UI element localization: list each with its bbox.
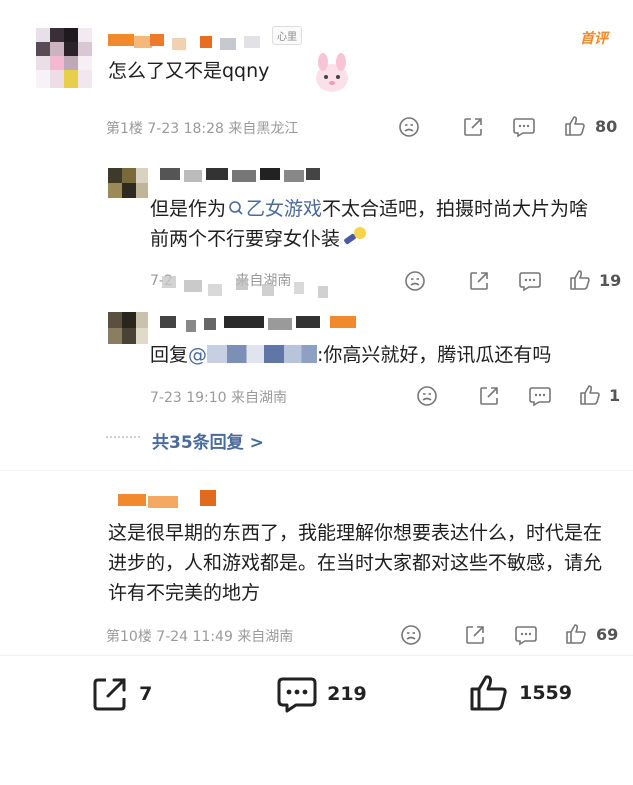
like-thumb-icon[interactable]: [578, 383, 602, 407]
like-count: 69: [596, 625, 619, 644]
topic-link[interactable]: 乙女游戏: [226, 198, 322, 220]
reply-location: 来自湖南: [231, 390, 288, 406]
comment-meta: 第10楼 7-24 11:49 来自湖南: [106, 626, 293, 646]
reply-text: 回复@:你高兴就好，腾讯瓜还有吗: [150, 344, 552, 366]
mention-link[interactable]: @: [188, 344, 207, 366]
comment-location: 来自黑龙江: [228, 121, 299, 137]
like-count: 19: [599, 271, 622, 290]
bottom-bar-separator: [0, 655, 633, 656]
comment-separator: [0, 470, 633, 471]
comment-text: 怎么了又不是qqny: [108, 60, 270, 82]
comment-icon: [277, 677, 317, 713]
share-count: 7: [139, 683, 153, 705]
comment-count: 219: [327, 683, 367, 705]
like-thumb-icon: [470, 675, 507, 711]
reply-time: 7-23 19:10: [150, 390, 227, 406]
mention-blurred[interactable]: [207, 345, 318, 363]
more-replies-link[interactable]: 共35条回复 >: [152, 428, 264, 453]
comment-icon[interactable]: [518, 270, 542, 292]
comment-time: 7-23 18:28: [147, 121, 224, 137]
share-icon: [93, 678, 126, 711]
comment-time: 7-24 11:49: [156, 629, 233, 645]
comment-icon[interactable]: [514, 624, 538, 646]
reply-avatar[interactable]: [108, 312, 148, 344]
like-thumb-icon[interactable]: [563, 114, 587, 138]
like-count: 80: [595, 117, 618, 136]
sticker-image: [312, 52, 352, 96]
reply-text: 但是作为 乙女游戏不太合适吧，拍摄时尚大片为啥前两个不行要穿女仆装: [150, 198, 589, 250]
like-thumb-icon[interactable]: [568, 268, 592, 292]
dislike-face-icon[interactable]: [404, 270, 426, 292]
share-icon[interactable]: [468, 270, 490, 292]
share-icon[interactable]: [478, 385, 500, 407]
dislike-face-icon[interactable]: [400, 624, 422, 646]
share-icon[interactable]: [464, 624, 486, 646]
flashlight-emoji-icon: [344, 227, 367, 245]
comment-text: 这是很早期的东西了，我能理解你想要表达什么，时代是在进步的，人和游戏都是。在当时…: [108, 522, 603, 604]
avatar[interactable]: [36, 28, 92, 88]
comment-button[interactable]: 219: [276, 674, 367, 714]
floor-number: 第1楼: [106, 121, 143, 137]
reply-avatar[interactable]: [108, 168, 148, 198]
share-button[interactable]: 7: [90, 674, 152, 714]
comment-icon[interactable]: [512, 116, 536, 138]
dislike-face-icon[interactable]: [398, 116, 420, 138]
share-icon[interactable]: [462, 116, 484, 138]
comment-location: 来自湖南: [237, 629, 294, 645]
first-comment-tag: 首评: [580, 31, 608, 47]
search-icon: [229, 201, 243, 215]
like-thumb-icon[interactable]: [564, 622, 588, 646]
reply-meta: 7-23 19:10 来自湖南: [150, 387, 287, 407]
like-count: 1: [609, 386, 621, 405]
like-count: 1559: [519, 682, 572, 704]
comment-icon[interactable]: [528, 385, 552, 407]
dislike-face-icon[interactable]: [416, 385, 438, 407]
like-button[interactable]: 1559: [468, 672, 572, 714]
fan-badge: 心里: [272, 26, 302, 45]
reply-divider-dots: [106, 436, 140, 438]
floor-number: 第10楼: [106, 629, 152, 645]
comment-meta: 第1楼 7-23 18:28 来自黑龙江: [106, 118, 298, 138]
